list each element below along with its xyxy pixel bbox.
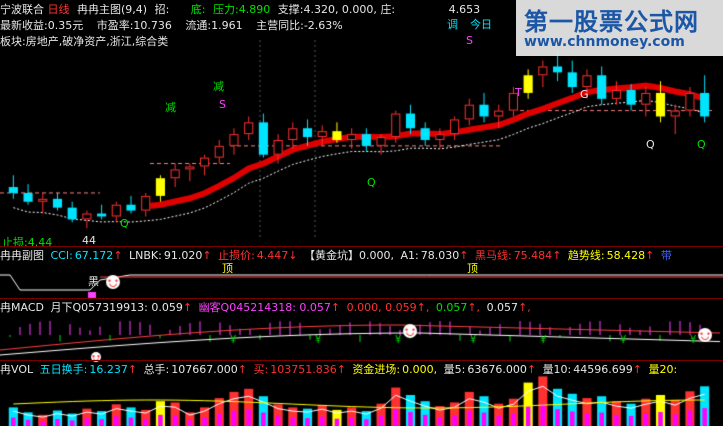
vol10-label: 量10: — [542, 363, 572, 376]
cci-value: 67.172 — [74, 249, 114, 262]
fund-in-label: 资金进场: — [352, 363, 401, 376]
lnbk-label: LNBK: — [129, 249, 162, 262]
a1-label: A1: — [400, 249, 419, 262]
lnbk-value: 91.020 — [163, 249, 203, 262]
signal-today: 今日 — [470, 18, 492, 31]
signal-q-4: Q — [646, 138, 655, 151]
signal-reduce-2: 减 — [213, 80, 224, 93]
sectors-text: 板块:房地产,破净资产,浙江,综合类 — [0, 35, 169, 48]
sub3-name[interactable]: 冉VOL — [0, 363, 33, 376]
sub1-name[interactable]: 冉冉副图 — [0, 249, 44, 262]
period-label[interactable]: 日线 — [48, 3, 70, 16]
trend-line-label: 趋势线: — [567, 249, 605, 262]
total-hands-value: 107667.000 — [171, 363, 238, 376]
moon-value: 057319913: 0.059 — [81, 301, 183, 314]
youke-label: 幽客Q — [198, 301, 230, 314]
rev-yoy-value: -2.63% — [303, 19, 343, 32]
pressure-label: 压力: — [213, 3, 239, 16]
sub2-name[interactable]: 冉MACD — [0, 301, 44, 314]
signal-adjust: 调 — [447, 18, 458, 31]
gold-pit-value: 0.000, — [359, 249, 395, 262]
sub3-header: 冉VOL 五日换手: 16.237↑ 总手: 107667.000↑ 买: 10375… — [0, 363, 678, 376]
a1-value: 78.030 — [420, 249, 460, 262]
pane-separator-1[interactable] — [0, 246, 723, 247]
macd-value-3: 0.000, 0.059 — [346, 301, 417, 314]
di-label: 底: — [190, 3, 206, 16]
eps-text: 最新收益:0.35元 — [0, 19, 84, 32]
youke-value: 045214318: 0.057 — [229, 301, 331, 314]
sub2-header: 冉MACD 月下Q057319913: 0.059↑ 幽客Q045214318:… — [0, 301, 531, 314]
dark-horse-label: 黑马线: — [474, 249, 512, 262]
signal-q-1: Q — [120, 217, 129, 230]
vol5-label: 量5: — [443, 363, 466, 376]
turnover5-value: 16.237 — [89, 363, 128, 376]
pressure-value: 4.890 — [238, 3, 271, 16]
macd-value-4: 0.057 — [435, 301, 468, 314]
buy-value: 103751.836 — [270, 363, 337, 376]
vol20-label: 量20: — [648, 363, 678, 376]
buy-label: 买: — [253, 363, 269, 376]
zhuang-value: 4.653 — [448, 3, 481, 16]
signal-t: T — [515, 86, 522, 99]
fund-in-value: 0.000, — [402, 363, 438, 376]
signal-g: G — [580, 88, 589, 101]
pe-text: 市盈率:10.736 — [96, 19, 172, 32]
top-marker-2: 顶 — [467, 262, 478, 275]
gold-pit-label: 【黄金坑】 — [304, 249, 360, 262]
top-marker-1: 顶 — [222, 262, 233, 275]
support-label: 支撑: — [277, 3, 304, 16]
header-line: 宁波联合 日线 冉冉主图(9,4) 招: 底: 压力:4.890 支撑:4.32… — [0, 1, 480, 17]
trend-line-value: 58.428 — [606, 249, 646, 262]
vol5-value: 63676.000 — [467, 363, 527, 376]
main-indicator-name[interactable]: 冉冉主图(9,4) — [77, 3, 147, 16]
signal-reduce-1: 减 — [165, 101, 176, 114]
watermark-title: 第一股票公式网 — [524, 8, 699, 36]
signal-q-3: Q — [697, 138, 706, 151]
total-hands-label: 总手: — [143, 363, 170, 376]
support-value: 4.320, 0.000, — [303, 3, 377, 16]
dark-horse-value: 75.484 — [513, 249, 553, 262]
stop-price-value: 4.447 — [256, 249, 289, 262]
info-line: 最新收益:0.35元 市盈率:10.736 流通:1.961 主营同比:-2.6… — [0, 17, 343, 33]
rev-yoy-label: 主营同比: — [256, 19, 304, 32]
black-marker: 黑 — [88, 275, 99, 288]
moon-label: 月下Q — [50, 301, 82, 314]
macd-value-5: 0.057 — [486, 301, 519, 314]
signal-s-1: S — [219, 98, 226, 111]
sub1-header: 冉冉副图 CCI: 67.172↑ LNBK: 91.020↑ 止损价: 4.447↓… — [0, 249, 672, 262]
pane-separator-3[interactable] — [0, 360, 723, 361]
zhao-label: 招: — [154, 3, 170, 16]
sub1-extra: 带 — [660, 249, 672, 262]
cci-label: CCI: — [50, 249, 73, 262]
vol10-value: 44596.699 — [573, 363, 633, 376]
watermark-url: www.chnmoney.com — [524, 34, 685, 50]
float-text: 流通:1.961 — [185, 19, 243, 32]
signal-s-2: S — [466, 34, 473, 47]
signal-q-2: Q — [367, 176, 376, 189]
stock-title[interactable]: 宁波联合 — [0, 3, 44, 16]
turnover5-label: 五日换手: — [39, 363, 88, 376]
pane-separator-2[interactable] — [0, 298, 723, 299]
zhuang-label: 庄: — [380, 3, 396, 16]
